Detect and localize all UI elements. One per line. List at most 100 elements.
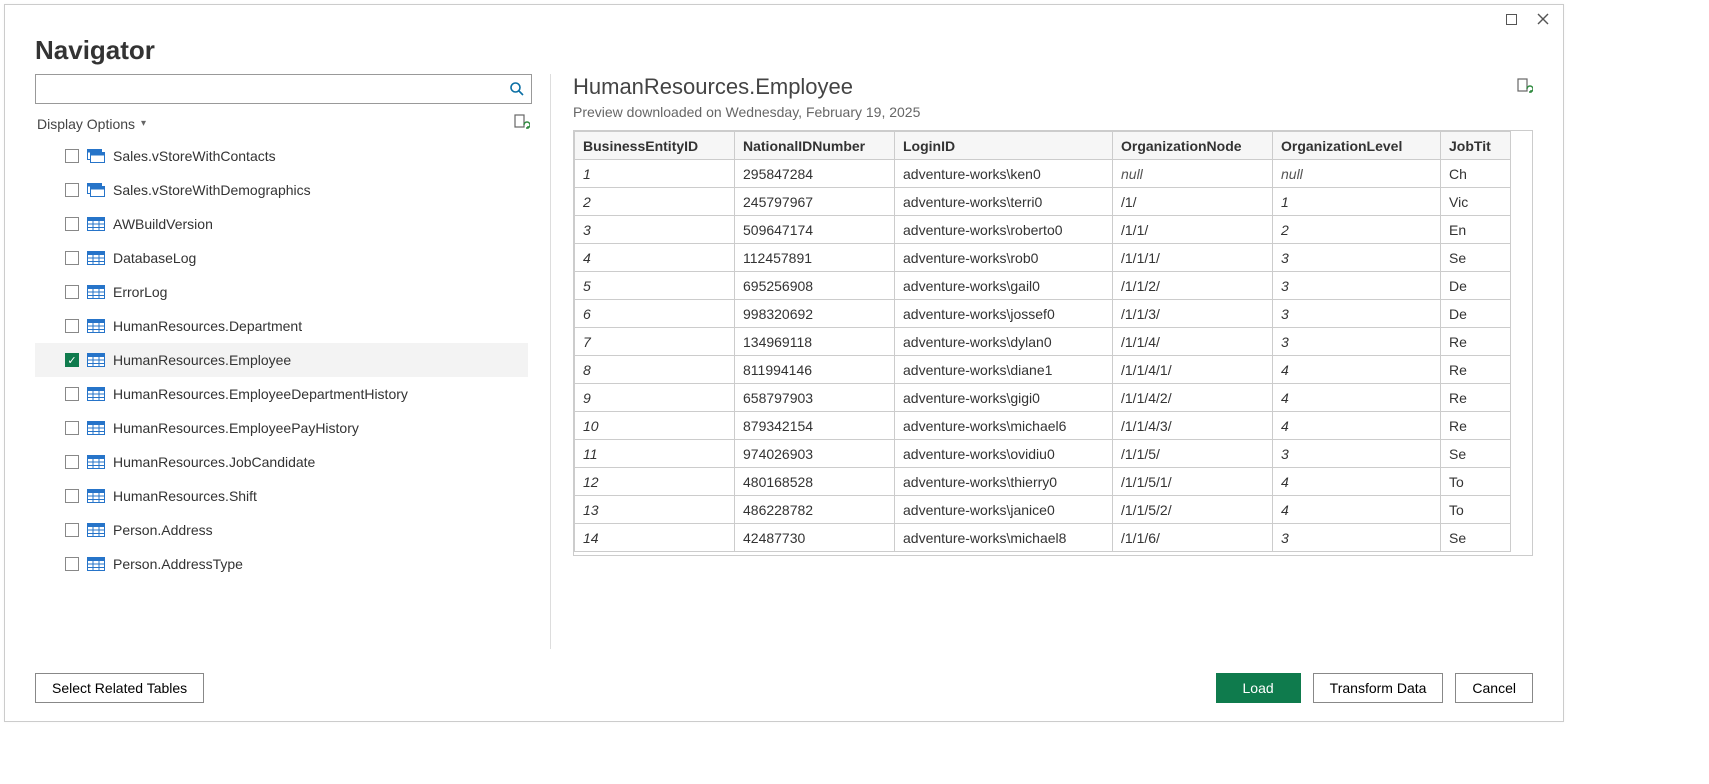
tree-item-checkbox[interactable]: [65, 251, 79, 265]
tree-item-checkbox[interactable]: [65, 557, 79, 571]
preview-subtitle: Preview downloaded on Wednesday, Februar…: [573, 104, 1533, 120]
table-row[interactable]: 1442487730adventure-works\michael8/1/1/6…: [575, 524, 1511, 552]
tree-item[interactable]: AWBuildVersion: [35, 207, 528, 241]
table-cell: Se: [1441, 524, 1511, 552]
tree-item-checkbox[interactable]: [65, 319, 79, 333]
preview-refresh-icon[interactable]: [1517, 74, 1533, 100]
table-icon: [87, 216, 105, 232]
tree-item-label: HumanResources.Shift: [113, 488, 257, 504]
column-header[interactable]: OrganizationNode: [1113, 132, 1273, 160]
table-cell: 6: [575, 300, 735, 328]
cancel-button[interactable]: Cancel: [1455, 673, 1533, 703]
table-cell: adventure-works\ken0: [895, 160, 1113, 188]
select-related-tables-button[interactable]: Select Related Tables: [35, 673, 204, 703]
tree-item[interactable]: Sales.vStoreWithDemographics: [35, 173, 528, 207]
table-row[interactable]: 10879342154adventure-works\michael6/1/1/…: [575, 412, 1511, 440]
tree-item[interactable]: Sales.vStoreWithContacts: [35, 139, 528, 173]
table-row[interactable]: 5695256908adventure-works\gail0/1/1/2/3D…: [575, 272, 1511, 300]
column-header[interactable]: BusinessEntityID: [575, 132, 735, 160]
tree-item-checkbox[interactable]: [65, 217, 79, 231]
table-cell: 3: [1273, 440, 1441, 468]
tree-item-checkbox[interactable]: [65, 387, 79, 401]
table-cell: 4: [1273, 356, 1441, 384]
tree-item-checkbox[interactable]: ✓: [65, 353, 79, 367]
column-header[interactable]: LoginID: [895, 132, 1113, 160]
search-icon[interactable]: [503, 81, 531, 97]
table-row[interactable]: 2245797967adventure-works\terri0/1/1Vic: [575, 188, 1511, 216]
tree-item-checkbox[interactable]: [65, 421, 79, 435]
search-box[interactable]: [35, 74, 532, 104]
table-cell: 5: [575, 272, 735, 300]
table-cell: 13: [575, 496, 735, 524]
table-cell: 4: [1273, 496, 1441, 524]
chevron-down-icon: ▾: [141, 118, 146, 129]
table-row[interactable]: 3509647174adventure-works\roberto0/1/1/2…: [575, 216, 1511, 244]
column-header[interactable]: OrganizationLevel: [1273, 132, 1441, 160]
table-cell: 12: [575, 468, 735, 496]
table-row[interactable]: 6998320692adventure-works\jossef0/1/1/3/…: [575, 300, 1511, 328]
tree-item-checkbox[interactable]: [65, 523, 79, 537]
table-cell: /1/1/5/2/: [1113, 496, 1273, 524]
table-cell: /1/1/4/3/: [1113, 412, 1273, 440]
tree-item[interactable]: HumanResources.Department: [35, 309, 528, 343]
table-cell: adventure-works\dylan0: [895, 328, 1113, 356]
table-cell: /1/1/5/: [1113, 440, 1273, 468]
load-button[interactable]: Load: [1216, 673, 1301, 703]
table-cell: adventure-works\michael8: [895, 524, 1113, 552]
table-row[interactable]: 7134969118adventure-works\dylan0/1/1/4/3…: [575, 328, 1511, 356]
tree-item[interactable]: ✓HumanResources.Employee: [35, 343, 528, 377]
tree-item[interactable]: Person.Address: [35, 513, 528, 547]
table-row[interactable]: 8811994146adventure-works\diane1/1/1/4/1…: [575, 356, 1511, 384]
table-cell: /1/1/4/: [1113, 328, 1273, 356]
tree-item-checkbox[interactable]: [65, 489, 79, 503]
tree-item[interactable]: HumanResources.EmployeeDepartmentHistory: [35, 377, 528, 411]
tree-item-checkbox[interactable]: [65, 183, 79, 197]
column-header[interactable]: JobTit: [1441, 132, 1511, 160]
view-icon: [87, 182, 105, 198]
table-cell: 245797967: [735, 188, 895, 216]
left-panel: Display Options ▾ Sales.vStoreWithContac…: [35, 74, 551, 649]
table-cell: 11: [575, 440, 735, 468]
tree-item-label: ErrorLog: [113, 284, 167, 300]
window-titlebar: [5, 5, 1563, 33]
window-close-button[interactable]: [1527, 7, 1559, 31]
table-cell: null: [1113, 160, 1273, 188]
table-cell: Re: [1441, 328, 1511, 356]
tree-item[interactable]: HumanResources.Shift: [35, 479, 528, 513]
tables-tree[interactable]: Sales.vStoreWithContactsSales.vStoreWith…: [35, 139, 532, 649]
tree-item[interactable]: Person.AddressType: [35, 547, 528, 581]
table-row[interactable]: 1295847284adventure-works\ken0nullnullCh: [575, 160, 1511, 188]
table-cell: 879342154: [735, 412, 895, 440]
table-row[interactable]: 4112457891adventure-works\rob0/1/1/1/3Se: [575, 244, 1511, 272]
display-options-label: Display Options: [37, 116, 135, 132]
table-cell: 4: [1273, 468, 1441, 496]
column-header[interactable]: NationalIDNumber: [735, 132, 895, 160]
table-cell: 134969118: [735, 328, 895, 356]
tree-item[interactable]: HumanResources.JobCandidate: [35, 445, 528, 479]
transform-data-button[interactable]: Transform Data: [1313, 673, 1444, 703]
tree-item-label: Person.Address: [113, 522, 213, 538]
tree-item-checkbox[interactable]: [65, 149, 79, 163]
search-input[interactable]: [36, 75, 503, 103]
preview-grid[interactable]: BusinessEntityIDNationalIDNumberLoginIDO…: [573, 130, 1533, 556]
tree-item-label: HumanResources.Department: [113, 318, 302, 334]
table-cell: 3: [1273, 244, 1441, 272]
tree-item-checkbox[interactable]: [65, 285, 79, 299]
table-cell: 2: [575, 188, 735, 216]
table-row[interactable]: 13486228782adventure-works\janice0/1/1/5…: [575, 496, 1511, 524]
tree-item-label: Person.AddressType: [113, 556, 243, 572]
tree-item[interactable]: ErrorLog: [35, 275, 528, 309]
tree-item[interactable]: HumanResources.EmployeePayHistory: [35, 411, 528, 445]
table-cell: To: [1441, 468, 1511, 496]
table-row[interactable]: 11974026903adventure-works\ovidiu0/1/1/5…: [575, 440, 1511, 468]
table-cell: En: [1441, 216, 1511, 244]
table-row[interactable]: 9658797903adventure-works\gigi0/1/1/4/2/…: [575, 384, 1511, 412]
display-options-dropdown[interactable]: Display Options ▾: [37, 116, 146, 132]
tree-item-checkbox[interactable]: [65, 455, 79, 469]
preview-title: HumanResources.Employee: [573, 74, 853, 100]
refresh-icon[interactable]: [514, 114, 530, 133]
window-maximize-button[interactable]: [1495, 7, 1527, 31]
tree-item[interactable]: DatabaseLog: [35, 241, 528, 275]
table-cell: Vic: [1441, 188, 1511, 216]
table-row[interactable]: 12480168528adventure-works\thierry0/1/1/…: [575, 468, 1511, 496]
